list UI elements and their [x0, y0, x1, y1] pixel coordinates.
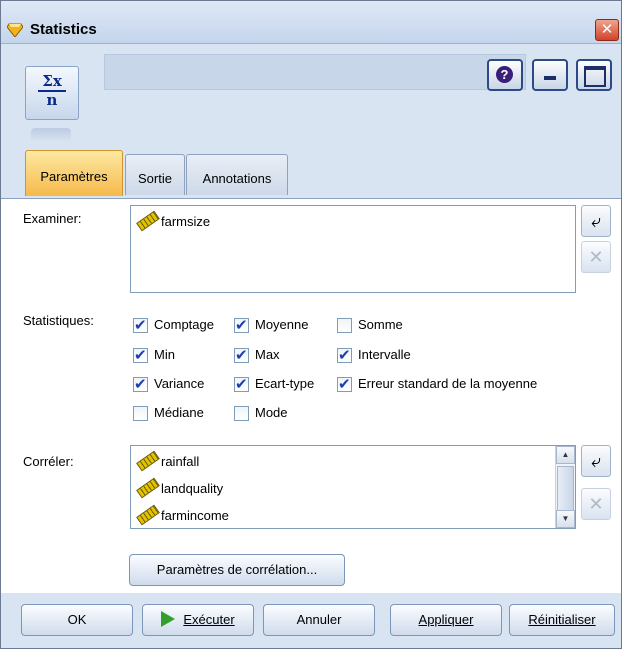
- checkbox-comptage[interactable]: Comptage: [132, 314, 214, 337]
- checkbox-box: [234, 406, 249, 421]
- minimize-icon: [544, 76, 556, 80]
- correlate-label: Corréler:: [23, 454, 74, 469]
- tab-bar: Paramètres Sortie Annotations: [1, 150, 621, 198]
- sigma-x-symbol: Σx: [42, 72, 62, 90]
- tab-annotations[interactable]: Annotations: [186, 154, 288, 195]
- list-item[interactable]: farmsize: [133, 210, 210, 232]
- checkbox-box: [234, 345, 249, 367]
- checkbox-intervalle[interactable]: Intervalle: [336, 344, 411, 367]
- pick-correlate-fields-button[interactable]: ⤶: [581, 445, 611, 477]
- title-bar[interactable]: Statistics ✕: [1, 1, 621, 44]
- remove-examine-field-button[interactable]: ✕: [581, 241, 611, 273]
- list-item[interactable]: farmincome: [133, 504, 229, 526]
- checkbox-box: [337, 374, 352, 396]
- checkbox-mediane[interactable]: Médiane: [132, 402, 204, 424]
- correlation-settings-button[interactable]: Paramètres de corrélation...: [129, 554, 345, 586]
- n-symbol: n: [38, 90, 66, 108]
- help-icon: ?: [496, 66, 513, 83]
- checkbox-box: [234, 374, 249, 396]
- continuous-field-icon: [136, 450, 160, 472]
- button-bar: OK Exécuter Annuler Appliquer Réinitiali…: [1, 593, 621, 648]
- list-item[interactable]: rainfall: [133, 450, 199, 472]
- delete-icon: ✕: [588, 247, 604, 267]
- correlate-field-list[interactable]: rainfall landquality farmincome ▲ ▼: [130, 445, 576, 529]
- checkbox-min[interactable]: Min: [132, 344, 175, 367]
- continuous-field-icon: [136, 504, 160, 526]
- list-item[interactable]: landquality: [133, 477, 223, 499]
- scroll-up-arrow-icon[interactable]: ▲: [556, 446, 575, 464]
- close-icon: ✕: [600, 21, 614, 38]
- field-picker-icon: ⤶: [590, 211, 602, 231]
- examine-label: Examiner:: [23, 211, 82, 226]
- checkbox-box: [234, 315, 249, 337]
- checkbox-somme[interactable]: Somme: [336, 314, 403, 336]
- checkbox-variance[interactable]: Variance: [132, 373, 204, 396]
- continuous-field-icon: [136, 210, 160, 232]
- checkbox-moyenne[interactable]: Moyenne: [233, 314, 308, 337]
- diamond-node-icon: [7, 23, 23, 37]
- checkbox-box: [337, 318, 352, 333]
- correlate-scrollbar[interactable]: ▲ ▼: [555, 446, 575, 528]
- statistics-node-icon: Σx n: [25, 66, 79, 120]
- scroll-thumb[interactable]: [557, 466, 574, 512]
- minimize-button[interactable]: [532, 59, 568, 91]
- examine-field-list[interactable]: farmsize: [130, 205, 576, 293]
- checkbox-box: [337, 345, 352, 367]
- node-name-field[interactable]: [104, 54, 526, 90]
- checkbox-box: [133, 406, 148, 421]
- delete-icon: ✕: [588, 494, 604, 514]
- maximize-icon: [584, 66, 606, 87]
- cancel-button[interactable]: Annuler: [263, 604, 375, 636]
- checkbox-max[interactable]: Max: [233, 344, 280, 367]
- checkbox-box: [133, 315, 148, 337]
- remove-correlate-field-button[interactable]: ✕: [581, 488, 611, 520]
- checkbox-mode[interactable]: Mode: [233, 402, 288, 424]
- apply-button[interactable]: Appliquer: [390, 604, 502, 636]
- node-icon-reflection: [31, 128, 71, 142]
- checkbox-ecart-type[interactable]: Ecart-type: [233, 373, 314, 396]
- help-button[interactable]: ?: [487, 59, 523, 91]
- checkbox-box: [133, 345, 148, 367]
- play-icon: [161, 611, 176, 627]
- field-picker-icon: ⤶: [590, 451, 602, 471]
- checkbox-box: [133, 374, 148, 396]
- maximize-button[interactable]: [576, 59, 612, 91]
- ok-button[interactable]: OK: [21, 604, 133, 636]
- continuous-field-icon: [136, 477, 160, 499]
- tab-parametres[interactable]: Paramètres: [25, 150, 123, 196]
- scroll-down-arrow-icon[interactable]: ▼: [556, 510, 575, 528]
- pick-examine-fields-button[interactable]: ⤶: [581, 205, 611, 237]
- node-header: Σx n ?: [1, 44, 621, 154]
- run-button[interactable]: Exécuter: [142, 604, 254, 636]
- window-title: Statistics: [30, 21, 97, 38]
- reset-button[interactable]: Réinitialiser: [509, 604, 615, 636]
- settings-panel: Examiner: farmsize ⤶ ✕ Statistiques: Com…: [1, 198, 621, 594]
- statistics-label: Statistiques:: [23, 313, 94, 328]
- tab-sortie[interactable]: Sortie: [125, 154, 185, 195]
- close-button[interactable]: ✕: [595, 19, 619, 41]
- checkbox-erreur-standard[interactable]: Erreur standard de la moyenne: [336, 373, 537, 396]
- statistics-dialog: Statistics ✕ Σx n ? Paramètres Sortie An…: [0, 0, 622, 649]
